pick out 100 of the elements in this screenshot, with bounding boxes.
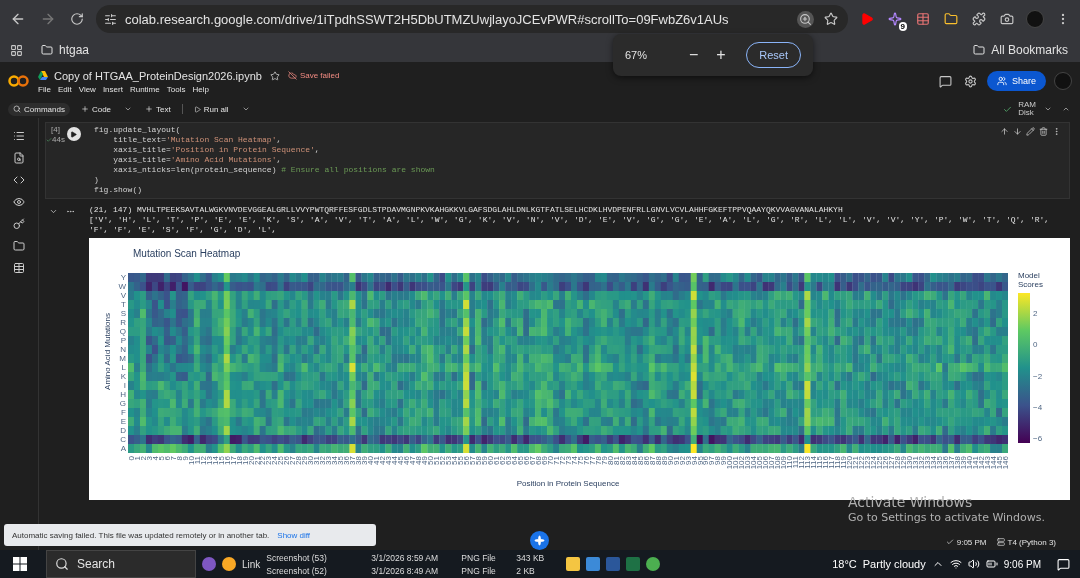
- y-tick-label: P: [119, 336, 127, 345]
- folder-icon[interactable]: [13, 240, 25, 252]
- file-name[interactable]: Screenshot (53): [266, 551, 372, 564]
- run-cell-button[interactable]: [66, 127, 81, 141]
- colorbar-tick: −4: [1033, 402, 1043, 412]
- site-info-icon[interactable]: [104, 12, 117, 26]
- weather-condition[interactable]: Partly cloudy: [862, 558, 926, 570]
- variables-icon[interactable]: [13, 196, 25, 208]
- commands-button[interactable]: Commands: [8, 102, 70, 116]
- address-bar[interactable]: colab.research.google.com/drive/1iTpdhSSWT2H5DbUTMZUwjlayoJCEvPWR#scrollTo=09FwbZ6v1AUs: [96, 5, 848, 33]
- play-icon: [70, 130, 78, 138]
- show-diff-link[interactable]: Show diff: [277, 530, 311, 540]
- code-icon[interactable]: [13, 174, 25, 186]
- menu-item[interactable]: Help: [192, 84, 209, 94]
- notifications-icon[interactable]: [1057, 557, 1070, 571]
- file-size: 343 KB: [516, 551, 546, 564]
- x-tick-label: 8: [174, 456, 184, 461]
- menu-item[interactable]: View: [78, 84, 96, 94]
- wifi-icon[interactable]: [949, 558, 962, 570]
- star-icon[interactable]: [267, 68, 282, 83]
- bookmark-folder[interactable]: htgaa: [37, 41, 94, 59]
- runtime-status[interactable]: T4 (Python 3): [996, 537, 1056, 547]
- resource-meter[interactable]: RAM Disk: [1018, 101, 1036, 117]
- file-name[interactable]: Screenshot (52): [266, 564, 372, 577]
- y-tick-label: F: [120, 408, 127, 417]
- y-tick-label: L: [120, 363, 127, 372]
- x-tick-label: 133: [923, 456, 932, 470]
- x-tick-label: 57: [468, 456, 477, 465]
- reload-button[interactable]: [68, 10, 86, 28]
- cloud-off-icon: [287, 71, 297, 80]
- volume-icon[interactable]: [967, 558, 980, 570]
- y-tick-label: M: [118, 354, 127, 363]
- plus-icon: [145, 105, 154, 113]
- sparkle-icon: [534, 535, 545, 546]
- colorbar-tick: −2: [1033, 371, 1043, 381]
- colorbar-title: Model Scores: [1018, 271, 1044, 289]
- key-icon[interactable]: [13, 218, 25, 230]
- move-down-icon[interactable]: [1013, 127, 1022, 136]
- extension-badge: 9: [898, 22, 907, 31]
- menu-item[interactable]: File: [38, 84, 51, 94]
- toc-icon[interactable]: [13, 130, 25, 142]
- y-tick-label: Q: [118, 327, 127, 336]
- find-icon[interactable]: [13, 152, 25, 164]
- last-saved-time[interactable]: 9:05 PM: [945, 537, 987, 547]
- delete-icon[interactable]: [1039, 127, 1048, 136]
- plus-icon: [80, 105, 89, 113]
- connected-check-icon: [1003, 104, 1013, 114]
- search-icon: [55, 557, 69, 571]
- x-tick-label: 58: [474, 456, 483, 465]
- zoom-in-button[interactable]: +: [712, 46, 730, 64]
- app-icon[interactable]: [222, 557, 236, 571]
- table-icon[interactable]: [13, 262, 25, 274]
- y-tick-label: K: [119, 372, 127, 381]
- check-icon: [945, 538, 954, 546]
- share-button[interactable]: Share: [986, 71, 1046, 91]
- file-size: 2 KB: [516, 564, 536, 577]
- menu-item[interactable]: Insert: [102, 84, 123, 94]
- add-code-button[interactable]: Code: [75, 102, 117, 116]
- extensions-icon[interactable]: [970, 10, 988, 28]
- y-tick-label: C: [119, 435, 127, 444]
- extension-icon[interactable]: 9: [886, 10, 904, 28]
- zoom-icon[interactable]: [797, 10, 814, 28]
- run-duration: 44s: [52, 135, 65, 144]
- menu-item[interactable]: Edit: [57, 84, 72, 94]
- edit-icon[interactable]: [1026, 127, 1035, 136]
- code-text[interactable]: fig.update_layout( title_text='Mutation Scan Heatmap', xaxis_title='Position in Protein Sequence', yaxis_title='Amino Acid Mutations', xaxis_nticks=len(protein_sequence) # Ensure all positions are shown ) fig.show(): [88, 123, 992, 198]
- watermark-subtitle: Go to Settings to activate Windows.: [848, 511, 1046, 524]
- menu-item[interactable]: Runtime: [129, 84, 160, 94]
- zoom-percent: 67%: [625, 49, 649, 61]
- run-all-button[interactable]: Run all: [188, 102, 234, 116]
- move-up-icon[interactable]: [1000, 127, 1009, 136]
- play-icon: [193, 105, 201, 113]
- more-icon[interactable]: [1052, 127, 1061, 136]
- add-text-button[interactable]: Text: [140, 102, 176, 116]
- x-tick-label: 131: [911, 456, 920, 470]
- weather-temperature[interactable]: 18°C: [832, 558, 857, 570]
- clock-time[interactable]: 9:06 PM: [1003, 558, 1041, 570]
- file-date: 3/1/2026 8:59 AM: [371, 551, 439, 564]
- all-bookmarks-button[interactable]: All Bookmarks: [969, 41, 1072, 59]
- menu-item[interactable]: Tools: [166, 84, 186, 94]
- colab-logo[interactable]: [8, 74, 30, 88]
- drive-icon: [38, 71, 48, 80]
- collapse-output-icon[interactable]: [49, 207, 58, 216]
- y-tick-label: E: [119, 417, 127, 426]
- x-axis-title: Position in Protein Sequence: [516, 479, 620, 488]
- extension-icon[interactable]: [914, 10, 932, 28]
- zoom-out-button[interactable]: −: [685, 46, 703, 64]
- save-failed-status[interactable]: Save failed: [287, 71, 340, 80]
- y-tick-label: Y: [119, 273, 127, 282]
- y-axis-title: Amino Acid Mutations: [103, 313, 112, 390]
- output-menu-icon[interactable]: [66, 207, 75, 216]
- battery-icon[interactable]: [985, 558, 998, 570]
- y-tick-label: A: [119, 444, 127, 453]
- notebook-title[interactable]: Copy of HTGAA_ProteinDesign2026.ipynb: [54, 69, 262, 82]
- folder-icon: [41, 44, 53, 56]
- bookmark-star-icon[interactable]: [822, 10, 840, 28]
- search-field[interactable]: Search: [46, 550, 196, 578]
- output-text: ['V', 'H', 'L', 'T', 'P', 'E', 'E', 'K', 'S', 'A', 'V', 'T', 'A', 'L', 'W', 'G', 'K', 'V', 'N', 'V', 'D', 'E', 'V', 'G', 'G', 'E', 'A', 'L', 'G', 'R', 'L', 'L', 'V', 'V', 'Y', 'P', 'W', 'T', 'Q', 'R', 'F', 'F', 'E', 'S', 'F', 'G', 'D', 'L',: [89, 215, 1051, 235]
- y-tick-label: N: [119, 345, 127, 354]
- y-tick-label: D: [119, 426, 127, 435]
